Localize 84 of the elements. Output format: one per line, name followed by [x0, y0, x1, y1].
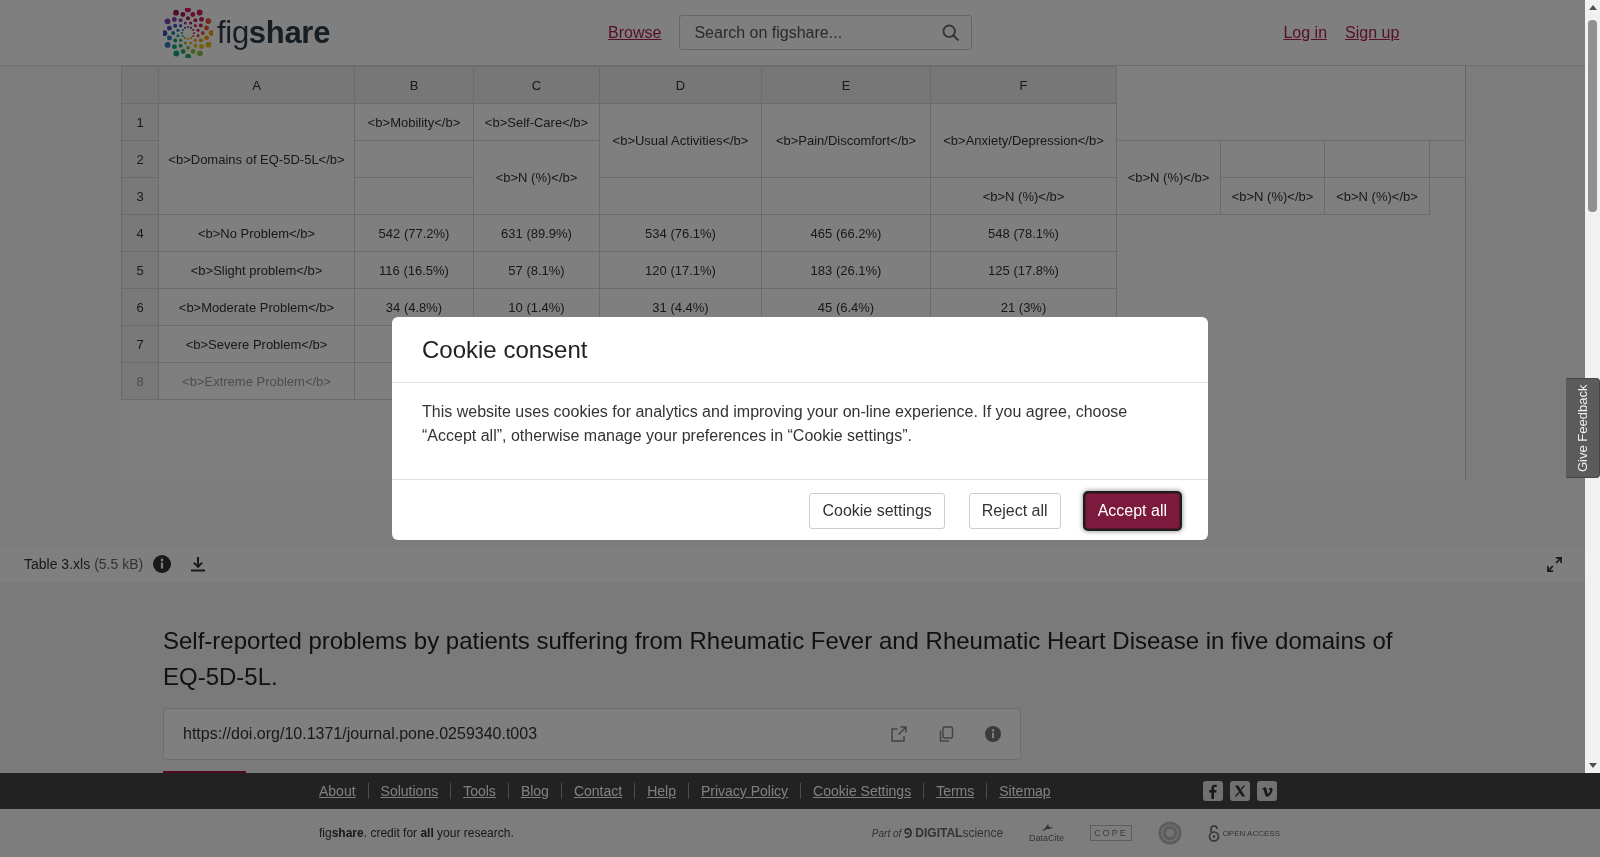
table-cell: 120 (17.1%) — [599, 251, 762, 289]
footer-tagline: figshare. credit for all your research. — [319, 826, 514, 840]
table-cell: 465 (66.2%) — [761, 214, 931, 252]
settings-button[interactable]: Cookie settings — [809, 493, 945, 529]
footer-link[interactable]: Help — [647, 783, 676, 799]
dialog-title: Cookie consent — [422, 335, 588, 364]
row-header: 7 — [121, 325, 159, 363]
table-cell: <b>Anxiety/Depression</b> — [930, 103, 1117, 178]
table-cell: <b>Slight problem</b> — [158, 251, 355, 289]
column-header: C — [473, 66, 600, 104]
info-icon[interactable] — [985, 726, 1001, 742]
browse-link[interactable]: Browse — [608, 23, 662, 42]
download-icon[interactable] — [190, 556, 207, 572]
seal-logo-icon — [1157, 821, 1182, 845]
table-cell: <b>N (%)</b> — [1220, 177, 1325, 215]
login-link[interactable]: Log in — [1283, 23, 1328, 42]
partner-logo-text: COPE — [1090, 825, 1132, 841]
partner-logo-text: OPEN ACCESS — [1222, 828, 1280, 838]
facebook-icon[interactable] — [1203, 781, 1223, 801]
home-logo-link[interactable]: figshare — [163, 7, 331, 58]
partner-logo-text: DIGITALscience — [915, 826, 1004, 840]
partner-logo-text: DataCite — [1029, 833, 1065, 843]
row-header: 3 — [121, 177, 159, 215]
row-header: 5 — [121, 251, 159, 289]
table-cell: 631 (89.9%) — [473, 214, 600, 252]
footer-link[interactable]: Contact — [573, 783, 623, 799]
table-cell: <b>Self-Care</b> — [473, 103, 600, 141]
row-header: 4 — [121, 214, 159, 252]
doi-url: https://doi.org/10.1371/journal.pone.0259340.t003 — [183, 725, 539, 743]
feedback-tab[interactable]: Give Feedback — [1566, 378, 1600, 478]
table-cell: 542 (77.2%) — [354, 214, 474, 252]
column-header: A — [158, 66, 355, 104]
file-size: (5.5 kB) — [94, 556, 144, 572]
info-icon[interactable] — [153, 555, 172, 573]
curl-logo-icon — [903, 827, 914, 839]
item-title: Self-reported problems by patients suffering from Rheumatic Fever and Rheumatic Heart Disease in five domains of EQ-5D-5L. — [163, 626, 1394, 692]
vimeo-icon[interactable] — [1257, 781, 1277, 801]
table-cell: 57 (8.1%) — [473, 251, 600, 289]
table-cell: 534 (76.1%) — [599, 214, 762, 252]
expand-icon[interactable] — [1547, 556, 1562, 572]
column-header: F — [930, 66, 1117, 104]
lock-logo-icon — [1207, 824, 1220, 842]
table-cell: <b>Pain/Discomfort</b> — [761, 103, 931, 178]
logo-icon — [163, 7, 213, 58]
footer-link[interactable]: Sitemap — [999, 783, 1051, 799]
table-cell: <b>Severe Problem</b> — [158, 325, 355, 363]
column-header: B — [354, 66, 474, 104]
table-cell: 125 (17.8%) — [930, 251, 1117, 289]
footer-link[interactable]: Privacy Policy — [700, 783, 789, 799]
copy-icon[interactable] — [938, 726, 954, 742]
scroll-down-arrow-icon[interactable] — [1588, 763, 1597, 768]
reject-button[interactable]: Reject all — [968, 493, 1061, 529]
row-header: 2 — [121, 140, 159, 178]
external-link-icon[interactable] — [891, 726, 907, 742]
footer-link[interactable]: Terms — [936, 783, 975, 799]
scroll-up-arrow-icon[interactable] — [1588, 5, 1597, 10]
footer-link[interactable]: Solutions — [380, 783, 439, 799]
footer-link[interactable]: Tools — [463, 783, 496, 799]
search-icon[interactable] — [942, 24, 960, 41]
table-cell: <b>N (%)</b> — [1116, 140, 1221, 215]
table-cell: <b>Mobility</b> — [354, 103, 474, 141]
table-cell: <b>N (%)</b> — [1324, 177, 1430, 215]
column-header: E — [761, 66, 931, 104]
dialog-message: This website uses cookies for analytics and improving your on-line experience. If you agree, choose “Accept all”, otherwise manage your preferences in “Cookie settings”. — [422, 402, 1129, 446]
table-cell: <b>No Problem</b> — [158, 214, 355, 252]
table-cell: 183 (26.1%) — [761, 251, 931, 289]
signup-link[interactable]: Sign up — [1345, 23, 1400, 42]
scrollbar-thumb[interactable] — [1588, 20, 1597, 212]
bird-logo-icon — [1039, 823, 1054, 833]
table-cell: <b>Usual Activities</b> — [599, 103, 762, 178]
file-name: Table 3.xls — [24, 556, 91, 572]
table-cell: 548 (78.1%) — [930, 214, 1117, 252]
search-field[interactable]: Search on figshare... — [679, 15, 973, 50]
accept-button[interactable]: Accept all — [1084, 493, 1180, 529]
row-header: 6 — [121, 288, 159, 326]
column-header: D — [599, 66, 762, 104]
footer-link[interactable]: About — [319, 783, 356, 799]
partner-prefix: Part of — [871, 827, 902, 839]
row-header: 1 — [121, 103, 159, 141]
footer-link[interactable]: Blog — [520, 783, 549, 799]
table-cell: 116 (16.5%) — [354, 251, 474, 289]
x-logo-icon[interactable] — [1230, 781, 1250, 801]
table-cell: <b>Moderate Problem</b> — [158, 288, 355, 326]
footer-link[interactable]: Cookie Settings — [813, 783, 912, 799]
